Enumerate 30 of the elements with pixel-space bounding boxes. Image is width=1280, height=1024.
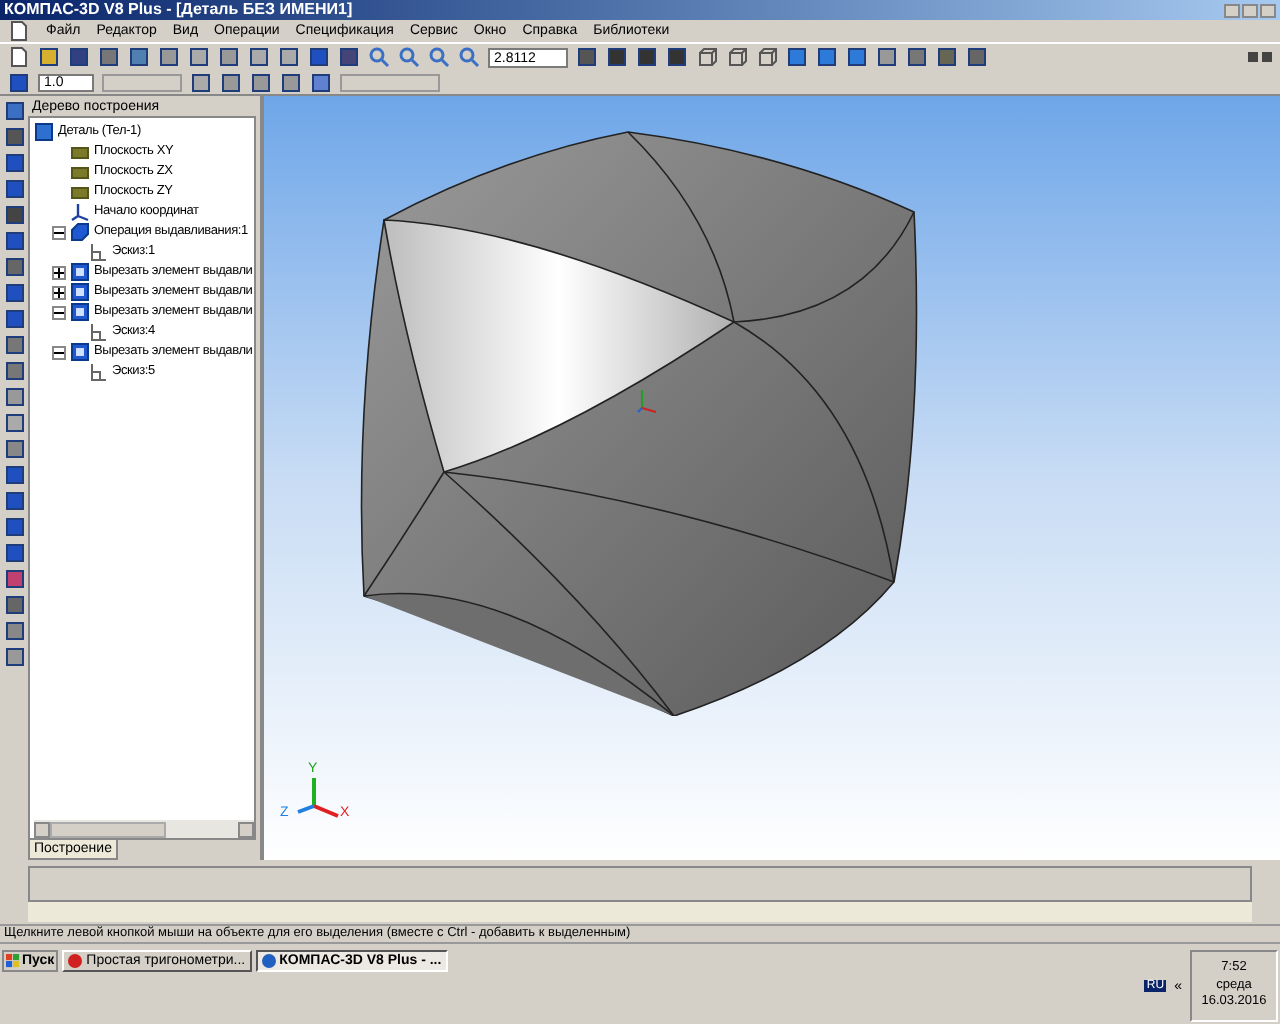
- expand-toggle[interactable]: [52, 285, 66, 299]
- solid-icon: [70, 222, 90, 242]
- layer-field: [102, 73, 182, 91]
- collapse-toggle[interactable]: [52, 345, 66, 359]
- thin-lines-icon[interactable]: [756, 46, 778, 68]
- wireframe-icon[interactable]: [696, 46, 718, 68]
- app-icon: [68, 954, 83, 968]
- collapse-toggle[interactable]: [52, 305, 66, 319]
- window-title: КОМПАС-3D V8 Plus - [Деталь БЕЗ ИМЕНИ1]: [4, 2, 353, 18]
- scroll-right-icon[interactable]: [238, 821, 254, 837]
- windows-logo-icon: [6, 954, 20, 968]
- coordinate-field: [340, 73, 440, 91]
- axes-icon: [70, 202, 90, 222]
- expand-toggle[interactable]: [52, 265, 66, 279]
- new-document-icon[interactable]: [8, 46, 30, 68]
- zoom-icon[interactable]: [458, 46, 480, 68]
- axis-triad-icon: [292, 774, 344, 822]
- sketch-icon: [88, 362, 108, 382]
- scroll-left-icon[interactable]: [34, 821, 50, 837]
- scroll-thumb[interactable]: [50, 821, 166, 837]
- sketch-icon: [88, 242, 108, 262]
- app-icon: [261, 954, 276, 968]
- zoom-in-icon[interactable]: [368, 46, 390, 68]
- hidden-lines-icon[interactable]: [726, 46, 748, 68]
- zoom-fit-icon[interactable]: [428, 46, 450, 68]
- collapse-toggle[interactable]: [52, 225, 66, 239]
- sketch-icon: [88, 322, 108, 342]
- zoom-out-icon[interactable]: [398, 46, 420, 68]
- origin-axes-icon: [636, 388, 660, 416]
- part-icon: [34, 122, 54, 142]
